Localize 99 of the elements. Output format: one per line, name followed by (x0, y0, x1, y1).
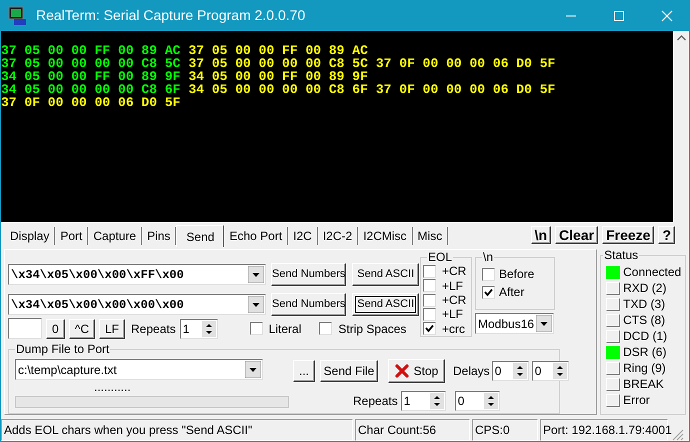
tab[interactable]: I2CMisc (358, 227, 413, 245)
stop-button[interactable]: Stop (388, 359, 445, 383)
tab[interactable]: Port (55, 227, 88, 245)
hex-bytes: 34 05 00 00 00 00 C8 6F (1, 83, 180, 96)
group-title: Status (603, 248, 640, 262)
repeats-label: Repeats (131, 320, 176, 338)
spinner-arrows-icon[interactable] (552, 363, 567, 379)
tab[interactable]: Capture (88, 227, 142, 245)
crc-type-select[interactable]: Modbus16 (475, 313, 554, 334)
tab[interactable]: Display (5, 227, 56, 245)
resize-grip-icon[interactable] (670, 427, 684, 441)
send-numbers-button[interactable]: Send Numbers (271, 293, 346, 316)
cps: CPS:0 (472, 419, 538, 441)
checkbox[interactable] (423, 264, 436, 278)
tab[interactable]: Send (176, 225, 224, 247)
quick-send-button[interactable]: 0 (46, 318, 65, 338)
tab[interactable]: Echo Port (224, 227, 288, 245)
toolbar-button[interactable]: \n (530, 226, 552, 244)
status-label: BREAK (623, 376, 664, 393)
checkbox[interactable] (423, 294, 436, 307)
hex-bytes: 34 05 00 00 FF 00 89 9F (188, 70, 368, 83)
status-label: DSR (6) (623, 344, 666, 361)
checkbox-label: +LF (442, 308, 464, 320)
hex-bytes: 37 0F 00 00 00 06 D0 5F (1, 96, 180, 109)
checkbox[interactable] (482, 286, 495, 298)
delays-label: Delays (453, 363, 490, 380)
status-label: Error (623, 392, 650, 409)
repeats-spinner[interactable]: 0 (454, 391, 500, 411)
tab[interactable]: Misc (412, 227, 448, 245)
group-title: Dump File to Port (15, 342, 110, 356)
checkbox-label: +CR (442, 265, 466, 278)
send-ascii-button[interactable]: Send ASCII (352, 293, 419, 316)
status-label: Ring (9) (623, 360, 666, 377)
quick-send-button[interactable]: LF (98, 318, 125, 338)
delay-spinner[interactable]: 0 (492, 361, 529, 381)
spinner-arrows-icon[interactable] (512, 363, 527, 379)
checkbox-label: Literal (268, 320, 302, 338)
toolbar-button[interactable]: Freeze (602, 226, 654, 244)
toolbar-button[interactable]: Clear (555, 226, 598, 244)
hex-bytes: 37 0F 00 00 00 06 D0 5F (376, 57, 556, 70)
hex-bytes: 34 05 00 00 FF 00 89 9F (1, 70, 180, 83)
dropdown-arrow-icon[interactable] (248, 296, 264, 313)
dropdown-arrow-icon[interactable] (248, 266, 264, 283)
hex-bytes: 37 05 00 00 FF 00 89 AC (1, 44, 180, 57)
window-title: RealTerm: Serial Capture Program 2.0.0.70 (36, 6, 306, 25)
hex-bytes: 34 05 00 00 00 00 C8 6F (188, 83, 368, 96)
repeats-spinner[interactable]: 1 (180, 318, 218, 338)
checkbox[interactable] (423, 279, 436, 292)
checkbox-label: Before (499, 266, 534, 283)
checkbox-label: +CR (442, 294, 466, 306)
status-label: CTS (8) (623, 312, 666, 329)
checkbox-label: Strip Spaces (338, 320, 406, 338)
status-label: Connected (623, 264, 682, 281)
spinner-arrows-icon[interactable] (484, 393, 498, 409)
command-field[interactable]: \x34\x05\x00\x00\x00\x00 (8, 294, 266, 315)
checkbox-label: +crc (442, 322, 466, 335)
status-label: RXD (2) (623, 280, 666, 297)
char-field[interactable] (8, 318, 42, 339)
tab[interactable]: I2C (288, 227, 318, 245)
scrollbar[interactable] (673, 31, 689, 222)
tab[interactable]: I2C-2 (318, 227, 358, 245)
checkbox-label: After (499, 284, 524, 301)
command-field[interactable]: \x34\x05\x00\x00\xFF\x00 (8, 264, 266, 285)
maximize-icon[interactable] (613, 10, 625, 22)
hex-bytes: 37 05 00 00 00 00 C8 5C (1, 57, 180, 70)
terminal-icon (8, 6, 28, 26)
spinner-arrows-icon[interactable] (202, 320, 216, 336)
checkbox[interactable] (250, 322, 263, 335)
hex-bytes: 37 05 00 00 00 00 C8 5C (188, 57, 368, 70)
checkbox[interactable] (423, 308, 436, 321)
repeats-spinner[interactable]: 1 (400, 391, 446, 411)
checkbox[interactable] (319, 322, 332, 335)
status-label: DCD (1) (623, 328, 668, 345)
spinner-arrows-icon[interactable] (430, 393, 444, 409)
checkbox[interactable] (482, 268, 495, 280)
hex-bytes: 37 05 00 00 FF 00 89 AC (188, 44, 368, 57)
progress-text: ........... (94, 381, 132, 393)
send-file-button[interactable]: Send File (320, 360, 378, 382)
quick-send-button[interactable]: ^C (68, 318, 95, 338)
file-path-field[interactable]: c:\temp\capture.txt (15, 359, 263, 380)
send-numbers-button[interactable]: Send Numbers (271, 263, 346, 286)
delay-spinner[interactable]: 0 (532, 361, 569, 381)
scroll-up-icon[interactable] (676, 35, 686, 41)
send-ascii-button[interactable]: Send ASCII (352, 263, 419, 286)
browse-button[interactable]: ... (293, 360, 315, 382)
char-count: Char Count:56 (355, 419, 470, 441)
status-message: Adds EOL chars when you press "Send ASCII" (1, 419, 353, 441)
toolbar-button[interactable]: ? (658, 226, 675, 244)
group-title: \n (482, 250, 494, 264)
checkbox[interactable] (423, 322, 436, 336)
group-title: EOL (427, 250, 454, 264)
close-icon[interactable] (661, 10, 673, 22)
checkbox-label: +LF (442, 280, 464, 292)
repeats-label: Repeats (353, 393, 398, 410)
dropdown-arrow-icon[interactable] (536, 315, 552, 332)
status-label: TXD (3) (623, 296, 666, 313)
hex-bytes: 37 0F 00 00 00 06 D0 5F (376, 83, 556, 96)
dropdown-arrow-icon[interactable] (245, 361, 261, 378)
cross-icon (394, 364, 409, 378)
